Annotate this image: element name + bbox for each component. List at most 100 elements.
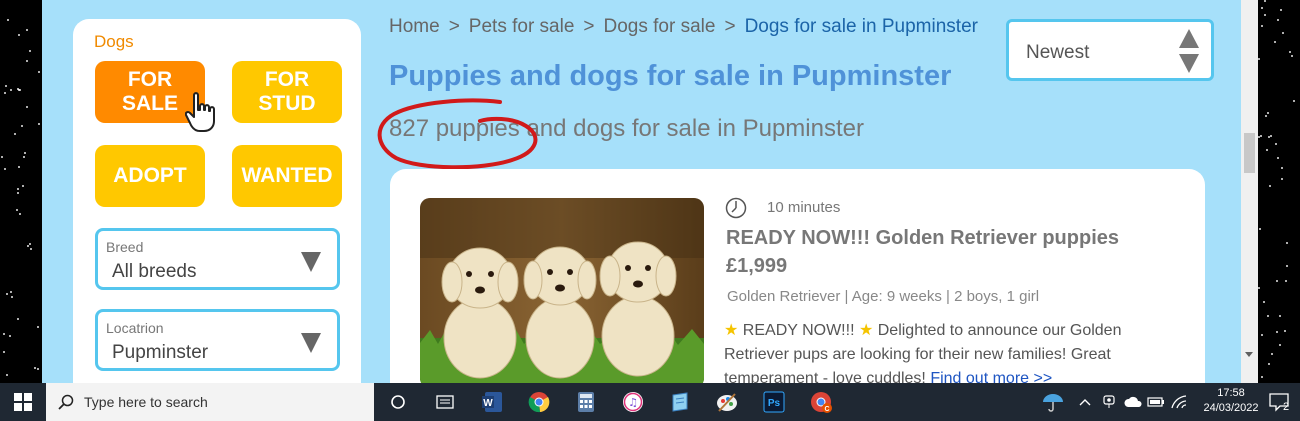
star-dot: [1279, 315, 1281, 317]
breadcrumb: Home > Pets for sale > Dogs for sale > Dogs fo…: [389, 16, 978, 38]
wanted-button[interactable]: WANTED: [232, 145, 342, 207]
star-dot: [1286, 265, 1288, 267]
adopt-button[interactable]: ADOPT: [95, 145, 205, 207]
star-dot: [16, 209, 18, 211]
sort-select[interactable]: Newest: [1006, 19, 1214, 81]
star-dot: [11, 296, 13, 298]
triangle-down-icon: [1179, 54, 1199, 73]
scroll-down-arrow-icon[interactable]: [1245, 352, 1253, 357]
word-icon[interactable]: W: [479, 388, 507, 416]
star-dot: [10, 291, 12, 293]
star-dot: [18, 89, 20, 91]
results-count: 827 puppies and dogs for sale in Pupmins…: [389, 115, 864, 142]
star-dot: [1267, 112, 1269, 114]
webcam-icon[interactable]: [1101, 392, 1117, 412]
web-page: Dogs FOR SALE FOR STUD ADOPT WANTED Bree…: [42, 0, 1241, 383]
star-dot: [19, 213, 21, 215]
star-dot: [1261, 376, 1263, 378]
vertical-scrollbar[interactable]: [1241, 0, 1258, 383]
notepad-icon[interactable]: [666, 388, 694, 416]
scrollbar-thumb[interactable]: [1244, 133, 1255, 173]
breadcrumb-separator: >: [724, 16, 736, 37]
star-dot: [1277, 19, 1279, 21]
triangle-down-icon: [301, 252, 321, 272]
photoshop-icon[interactable]: Ps: [760, 388, 788, 416]
listing-title[interactable]: READY NOW!!! Golden Retriever puppies: [726, 227, 1119, 250]
calculator-icon[interactable]: [572, 388, 600, 416]
notification-count: 2: [1283, 401, 1289, 412]
star-dot: [17, 188, 19, 190]
wifi-icon[interactable]: [1170, 392, 1188, 412]
star-dot: [6, 374, 8, 376]
star-dot: [29, 243, 31, 245]
star-dot: [1277, 157, 1279, 159]
sidebar-heading: Dogs: [94, 32, 134, 51]
listing-photo[interactable]: [420, 198, 704, 383]
star-icon: ★: [724, 322, 739, 339]
star-dot: [1258, 287, 1260, 289]
star-dot: [1259, 228, 1261, 230]
breadcrumb-dogs-for-sale[interactable]: Dogs for sale: [604, 16, 716, 37]
triangle-down-icon: [301, 333, 321, 353]
chrome-icon[interactable]: [525, 388, 553, 416]
star-dot: [1266, 149, 1268, 151]
clock-icon: [725, 197, 747, 219]
hand-cursor-icon: [185, 92, 215, 132]
star-dot: [18, 34, 20, 36]
star-dot: [9, 335, 11, 337]
windows-logo-icon: [14, 393, 32, 411]
triangle-up-icon: [1179, 29, 1199, 48]
onedrive-icon[interactable]: [1124, 392, 1142, 412]
star-dot: [1274, 41, 1276, 43]
star-dot: [34, 367, 36, 369]
taskbar-search[interactable]: Type here to search: [46, 383, 374, 421]
breadcrumb-current[interactable]: Dogs for sale in Pupminster: [745, 16, 978, 37]
star-dot: [1264, 14, 1266, 16]
system-clock[interactable]: 17:58 24/03/2022: [1200, 386, 1262, 416]
star-dot: [1280, 9, 1282, 11]
listing-card[interactable]: 10 minutes READY NOW!!! Golden Retriever…: [390, 169, 1205, 383]
star-dot: [7, 19, 9, 21]
starry-background-right: [1258, 0, 1300, 383]
breed-select-label: Breed: [106, 239, 144, 255]
task-view-icon[interactable]: [384, 388, 412, 416]
umbrella-icon[interactable]: [1041, 392, 1065, 412]
star-dot: [1293, 100, 1295, 102]
itunes-icon[interactable]: ♫: [619, 388, 647, 416]
star-dot: [1276, 280, 1278, 282]
location-select[interactable]: Locatrion Pupminster: [95, 309, 340, 371]
star-dot: [5, 85, 7, 87]
svg-text:Ps: Ps: [768, 398, 781, 409]
star-dot: [1261, 25, 1263, 27]
star-dot: [4, 92, 6, 94]
find-out-more-link[interactable]: Find out more >>: [930, 370, 1052, 383]
star-dot: [37, 368, 39, 370]
star-dot: [1286, 242, 1288, 244]
star-dot: [29, 50, 31, 52]
page-title: Puppies and dogs for sale in Pupminster: [389, 60, 952, 92]
location-select-value: Pupminster: [112, 342, 209, 363]
star-dot: [1263, 301, 1265, 303]
file-explorer-icon[interactable]: [431, 388, 459, 416]
star-dot: [30, 248, 32, 250]
breadcrumb-home[interactable]: Home: [389, 16, 440, 37]
clock-date: 24/03/2022: [1203, 402, 1259, 414]
for-stud-button[interactable]: FOR STUD: [232, 61, 342, 123]
start-button[interactable]: [0, 383, 46, 421]
star-dot: [38, 71, 40, 73]
chrome-alt-icon[interactable]: C: [807, 388, 835, 416]
star-dot: [1281, 167, 1283, 169]
star-dot: [3, 351, 5, 353]
breed-select[interactable]: Breed All breeds: [95, 228, 340, 290]
star-dot: [1289, 51, 1291, 53]
notifications-icon[interactable]: 2: [1267, 392, 1291, 412]
star-dot: [1291, 55, 1293, 57]
svg-text:W: W: [483, 398, 493, 409]
chevron-up-icon[interactable]: [1078, 392, 1092, 412]
paint-icon[interactable]: [713, 388, 741, 416]
puppies-photo: [420, 198, 704, 383]
battery-icon[interactable]: [1147, 392, 1165, 412]
star-dot: [1282, 32, 1284, 34]
sort-select-value: Newest: [1026, 42, 1090, 63]
breadcrumb-pets-for-sale[interactable]: Pets for sale: [469, 16, 575, 37]
